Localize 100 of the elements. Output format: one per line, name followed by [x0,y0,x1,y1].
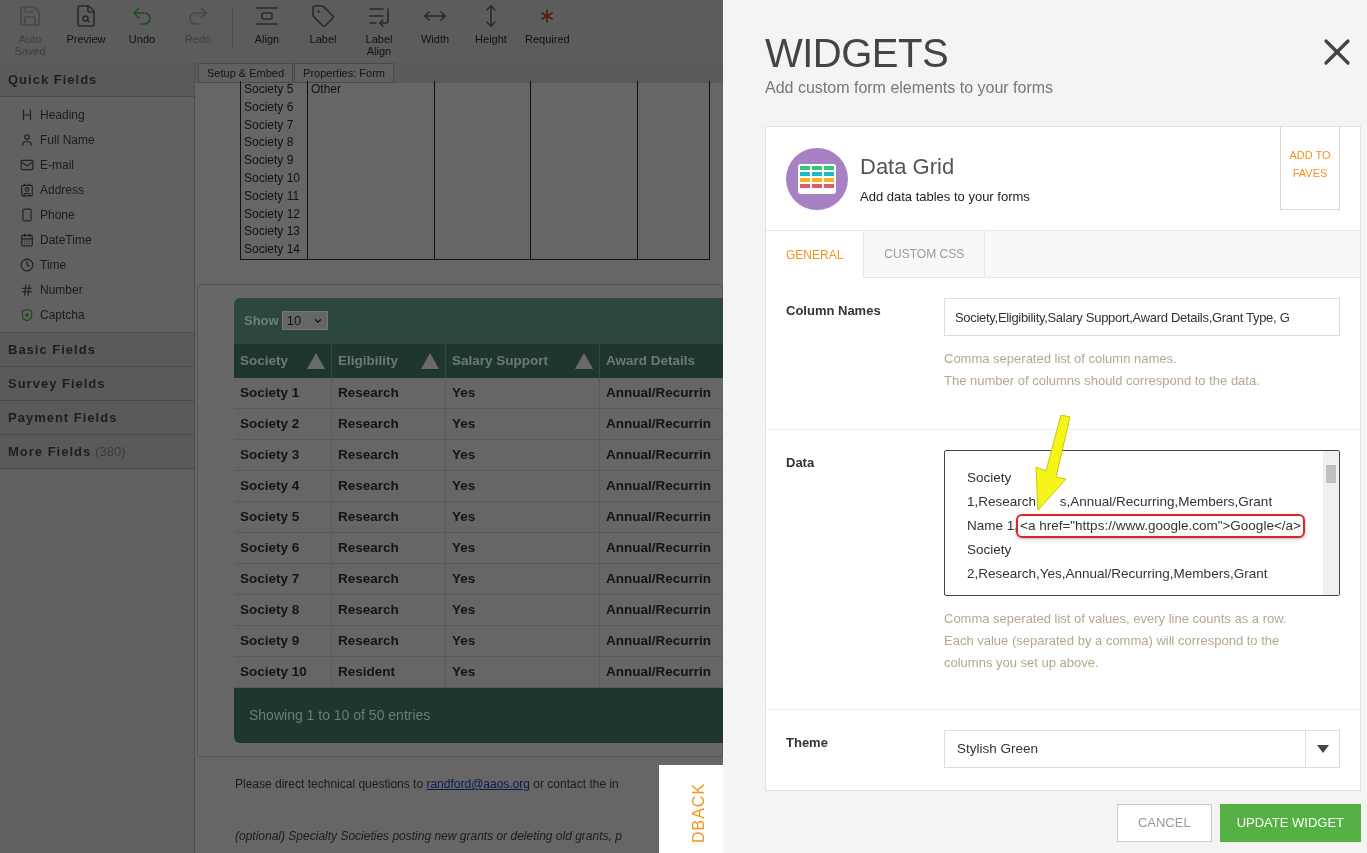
help-text: Comma seperated list of column names. [944,350,1178,368]
canvas-tab[interactable]: Properties: Form [294,63,394,83]
widget-description: Add data tables to your forms [860,188,1030,207]
data-grid-icon [786,147,848,210]
field-item[interactable]: Phone [0,202,194,227]
column-header[interactable]: Eligibility [332,343,446,378]
panel-title: WIDGETS [765,32,950,74]
field-item[interactable]: Heading [0,102,194,127]
canvas-tab[interactable]: Setup & Embed [198,63,294,83]
field-item[interactable]: E-mail [0,152,194,177]
data-line: s,Annual/Recurring,Members,Grant [1059,493,1273,511]
highlighted-code: <a href="https://www.google.com">Google</a> [1016,514,1305,538]
add-to-faves-ribbon[interactable]: ADD TO FAVES [1280,126,1340,210]
sidebar-header[interactable]: Quick Fields [0,63,194,97]
table-cell-text: Annual/Recurrin [606,600,711,619]
field-item[interactable]: Address [0,177,194,202]
table-cell-text: Annual/Recurrin [606,631,711,650]
toolbar-button[interactable]: Required [521,4,573,45]
toolbar-button[interactable]: Preview [60,4,112,45]
field-item[interactable]: Time [0,252,194,277]
table-cell-text: Annual/Recurrin [606,476,711,495]
update-widget-button[interactable]: UPDATE WIDGET [1219,804,1361,842]
entries-info: Showing 1 to 10 of 50 entries [249,705,431,725]
table-cell-text: Annual/Recurrin [606,569,711,588]
table-cell-text: Yes [452,600,476,619]
table-cell: Society 10 [244,171,301,185]
toolbar-button[interactable]: Width [409,4,461,45]
table-cell-text: Research [338,569,399,588]
column-header[interactable]: Society [234,343,332,378]
data-line: 2,Research,Yes,Annual/Recurring,Members,Grant [967,565,1268,583]
table-cell-text: Research [338,507,399,526]
person-icon [20,132,34,147]
field-item[interactable]: Captcha [0,302,194,327]
sidebar-section[interactable]: Basic Fields [0,332,194,366]
page-size-select[interactable]: 10 [281,311,328,331]
widget-name: Data Grid [860,153,956,182]
toolbar-button[interactable]: Undo [116,4,168,45]
toolbar-button[interactable]: Label Align [353,4,405,57]
number-icon [20,282,34,297]
table-cell: Society 9 [244,153,294,168]
table-cell-text: Society 9 [240,631,300,650]
column-names-input[interactable]: Society,Eligibility,Salary Support,Award Details,Grant Type, G [944,298,1340,336]
sort-icon [421,352,439,369]
table-cell-text: Annual/Recurrin [606,662,711,681]
cancel-button[interactable]: CANCEL [1116,804,1212,842]
toolbar-button[interactable]: Align [241,4,293,45]
table-cell-text: Yes [452,662,476,681]
align-icon [255,4,279,28]
help-text: The number of columns should correspond to the data. [944,372,1261,390]
table-cell-text: Research [338,600,399,619]
table-cell-text: Society 6 [240,538,300,557]
help-text: Comma seperated list of values, every line counts as a row. [944,610,1288,628]
table-cell: Society 13 [244,224,301,239]
phone-icon [20,207,34,222]
table-cell-text: Yes [452,445,476,464]
feedback-tab[interactable]: DBACK [659,765,723,853]
table-cell-text: Yes [452,569,476,588]
table-cell-text: Annual/Recurrin [606,414,711,433]
table-cell: Society 11 [244,188,300,203]
field-item[interactable]: Number [0,277,194,302]
table-cell-text: Society 10 [240,662,307,681]
table-cell-text: Research [338,414,399,433]
dropdown-arrow-icon [1316,745,1329,753]
data-line: Society [967,541,1012,559]
sort-icon [307,352,325,369]
address-card-icon [20,182,34,197]
toolbar-button[interactable]: Label [297,4,349,45]
sort-icon [575,352,593,369]
scrollbar[interactable] [1323,451,1339,595]
preview-icon [74,4,98,28]
table-cell-text: Yes [452,383,476,402]
field-item[interactable]: DateTime [0,227,194,252]
widget-tab[interactable]: CUSTOM CSS [864,231,986,277]
data-line: Society [967,469,1012,487]
table-cell-text: Yes [452,507,476,526]
table-cell-text: Research [338,631,399,650]
sidebar-section[interactable]: Payment Fields [0,400,194,434]
table-cell: Society 6 [244,99,294,114]
table-cell: Other [311,82,341,96]
table-cell-text: Society 7 [240,569,300,588]
sidebar-section[interactable]: Survey Fields [0,366,194,400]
table-cell-text: Annual/Recurrin [606,383,711,402]
table-cell-text: Research [338,445,399,464]
widget-tab[interactable]: GENERAL [766,231,865,278]
table-cell-text: Society 2 [240,414,300,433]
field-item[interactable]: Full Name [0,127,194,152]
help-text: Each value (separated by a comma) will correspond to the [944,632,1281,650]
table-cell-text: Society 3 [240,445,300,464]
table-cell-text: Yes [452,414,476,433]
table-cell-text: Resident [338,662,395,681]
theme-select[interactable]: Stylish Green [944,730,1340,768]
table-cell-text: Research [338,476,399,495]
table-cell-text: Yes [452,538,476,557]
email-link[interactable]: randford@aaos.org [426,776,531,791]
table-cell-text: Society 5 [240,507,300,526]
toolbar-button[interactable]: Height [465,4,517,45]
table-cell: Society 7 [244,117,294,132]
table-cell-text: Society 4 [240,476,300,495]
clock-icon [20,257,34,272]
column-header[interactable]: Salary Support [446,343,600,378]
